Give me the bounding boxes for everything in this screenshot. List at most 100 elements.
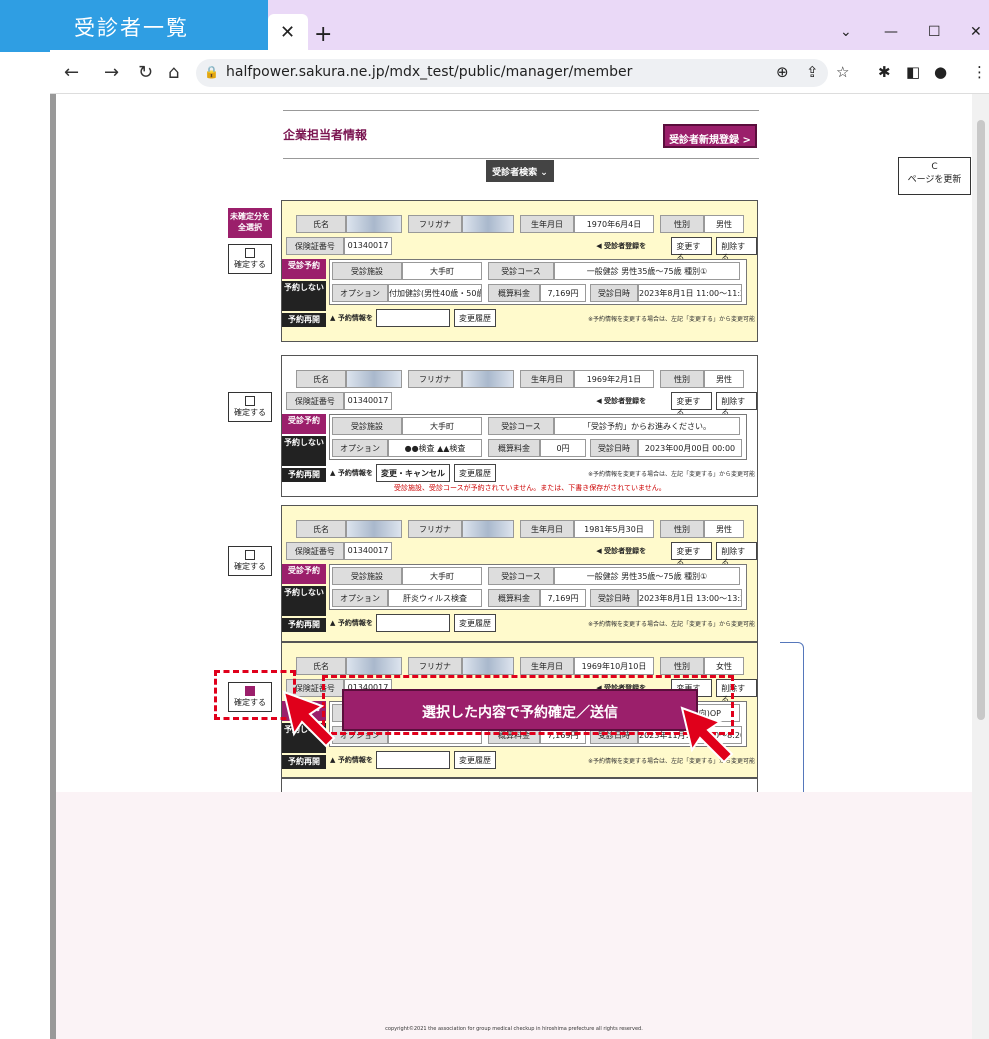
note-text: ※予約情報を変更する場合は、左記「変更する」から変更可能 <box>588 315 756 323</box>
history-button[interactable]: 変更履歴 <box>454 751 496 769</box>
edit-button[interactable]: 変更する <box>671 237 713 262</box>
reserve-button[interactable]: 受診予約 <box>282 564 326 584</box>
change-cancel-button[interactable]: 変更・キャンセル <box>376 751 450 769</box>
fee-label: 概算料金 <box>488 284 540 302</box>
menu-icon[interactable]: ⋮ <box>972 63 987 81</box>
sidebar-icon[interactable]: ◧ <box>906 63 920 81</box>
delete-button[interactable]: 削除する <box>716 392 757 417</box>
lock-icon[interactable]: 🔒 <box>204 65 219 79</box>
no-reserve-button[interactable]: 予約しない <box>282 586 326 616</box>
extensions-icon[interactable]: ✱ <box>878 63 891 81</box>
maximize-icon[interactable]: ☐ <box>928 24 941 40</box>
home-icon[interactable]: ⌂ <box>168 62 179 83</box>
option-label: オプション <box>332 284 388 302</box>
history-button[interactable]: 変更履歴 <box>454 309 496 327</box>
furigana-label: フリガナ <box>408 215 462 233</box>
resume-button[interactable]: 予約再開 <box>282 755 326 769</box>
select-all-button[interactable]: 未確定分を全選択 <box>228 208 272 238</box>
insurance-value: 01340017 <box>343 392 393 410</box>
course-value: 一般健診 男性35歳〜75歳 種別① <box>554 567 740 585</box>
edit-member-label: ◀ 受診者登録を <box>596 397 647 405</box>
change-cancel-button[interactable]: 変更・キャンセル <box>376 464 450 482</box>
option-label: オプション <box>332 589 388 607</box>
error-message: 受診施設、受診コースが予約されていません。または、下書き保存がされていません。 <box>394 484 666 492</box>
reserve-info-label: ▲ 予約情報を <box>330 469 373 477</box>
close-tab-icon[interactable]: ✕ <box>280 22 295 43</box>
change-cancel-button[interactable]: 変更・キャンセル <box>376 309 450 327</box>
sex-value: 男性 <box>704 215 744 233</box>
resume-button[interactable]: 予約再開 <box>282 468 326 482</box>
scrollbar-thumb[interactable] <box>977 120 985 720</box>
profile-icon[interactable]: ● <box>934 63 947 81</box>
delete-button[interactable]: 削除する <box>716 237 757 262</box>
edit-button[interactable]: 変更する <box>671 542 713 567</box>
resume-button[interactable]: 予約再開 <box>282 618 326 632</box>
reload-icon[interactable]: ↻ <box>138 62 153 83</box>
search-button[interactable]: 受診者検索 ⌄ <box>486 160 554 182</box>
minimize-icon[interactable]: — <box>884 24 898 40</box>
birth-value: 1969年2月1日 <box>574 370 654 388</box>
confirm-checkbox[interactable]: 確定する <box>228 244 272 274</box>
fee-value: 0円 <box>540 439 586 457</box>
delete-button[interactable]: 削除する <box>716 542 757 567</box>
birth-label: 生年月日 <box>520 215 574 233</box>
option-label: オプション <box>332 439 388 457</box>
submit-button[interactable]: 選択した内容で予約確定／送信 <box>342 689 698 731</box>
birth-value: 1981年5月30日 <box>574 520 654 538</box>
insurance-label: 保険証番号 <box>286 237 344 255</box>
address-bar[interactable]: halfpower.sakura.ne.jp/mdx_test/public/m… <box>196 59 828 87</box>
date-label: 受診日時 <box>590 439 638 457</box>
history-button[interactable]: 変更履歴 <box>454 614 496 632</box>
new-tab-icon[interactable]: + <box>314 22 332 47</box>
name-value <box>346 657 402 675</box>
pointer-arrow-icon <box>282 690 336 748</box>
birth-value: 1970年6月4日 <box>574 215 654 233</box>
course-label: 受診コース <box>488 417 554 435</box>
confirm-label: 確定する <box>234 408 266 417</box>
member-card: 氏名 フリガナ 生年月日 1981年5月30日 性別 男性 保険証番号 0134… <box>281 505 758 642</box>
option-value: 付加健診(男性40歳・50歳限定)(大手町) <box>388 284 482 302</box>
facility-value: 大手町 <box>402 262 482 280</box>
facility-value: 大手町 <box>402 567 482 585</box>
new-register-button[interactable]: 受診者新規登録 > <box>663 124 757 148</box>
back-icon[interactable]: ← <box>64 62 79 83</box>
confirm-label: 確定する <box>234 562 266 571</box>
forward-icon[interactable]: → <box>104 62 119 83</box>
date-value: 2023年8月1日 13:00〜13:30 <box>638 589 742 607</box>
edit-button[interactable]: 変更する <box>671 392 713 417</box>
name-label: 氏名 <box>296 520 346 538</box>
zoom-icon[interactable]: ⊕ <box>776 63 789 81</box>
no-reserve-button[interactable]: 予約しない <box>282 436 326 466</box>
birth-label: 生年月日 <box>520 657 574 675</box>
furigana-label: フリガナ <box>408 657 462 675</box>
star-icon[interactable]: ☆ <box>836 63 849 81</box>
reserve-button[interactable]: 受診予約 <box>282 259 326 279</box>
reserve-button[interactable]: 受診予約 <box>282 414 326 434</box>
birth-value: 1969年10月10日 <box>574 657 654 675</box>
insurance-value: 01340017 <box>343 237 393 255</box>
confirm-checkbox[interactable]: 確定する <box>228 392 272 422</box>
reload-label: ページを更新 <box>907 175 962 185</box>
furigana-value <box>462 215 514 233</box>
confirm-checkbox[interactable]: 確定する <box>228 546 272 576</box>
date-label: 受診日時 <box>590 589 638 607</box>
tab-search-icon[interactable]: ⌄ <box>840 24 852 40</box>
reload-page-button[interactable]: C ページを更新 <box>898 157 971 195</box>
insurance-value: 01340017 <box>343 542 393 560</box>
share-icon[interactable]: ⇪ <box>806 63 819 81</box>
refresh-icon: C <box>931 162 938 172</box>
fee-value: 7,169円 <box>540 589 586 607</box>
date-value: 2023年00月00日 00:00 <box>638 439 742 457</box>
sex-label: 性別 <box>660 520 704 538</box>
resume-button[interactable]: 予約再開 <box>282 313 326 327</box>
birth-label: 生年月日 <box>520 520 574 538</box>
history-button[interactable]: 変更履歴 <box>454 464 496 482</box>
no-reserve-button[interactable]: 予約しない <box>282 281 326 311</box>
confirm-label: 確定する <box>234 260 266 269</box>
close-window-icon[interactable]: ✕ <box>970 24 982 40</box>
insurance-label: 保険証番号 <box>286 542 344 560</box>
bracket-annotation <box>780 642 804 806</box>
change-cancel-button[interactable]: 変更・キャンセル <box>376 614 450 632</box>
birth-label: 生年月日 <box>520 370 574 388</box>
facility-label: 受診施設 <box>332 417 402 435</box>
